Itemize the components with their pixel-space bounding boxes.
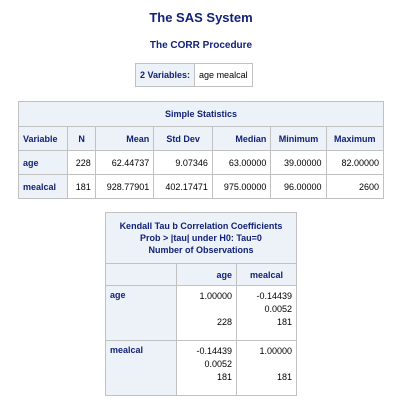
table-row: age 1.00000 228 -0.14439 0.0052 181 (105, 285, 298, 341)
row-label-mealcal: mealcal (105, 340, 177, 396)
variables-table: 2 Variables: age mealcal (134, 63, 253, 87)
simple-statistics-table: Simple Statistics Variable N Mean Std De… (17, 101, 385, 199)
p-value (289, 358, 292, 371)
coefficient: 1.00000 (259, 346, 292, 356)
column-header-n: N (67, 126, 96, 151)
cell-median: 975.00000 (211, 174, 272, 199)
simple-statistics-caption: Simple Statistics (18, 101, 384, 127)
cell-std-dev: 402.17471 (153, 174, 213, 199)
cell-mealcal-mealcal: 1.00000 181 (235, 340, 298, 396)
column-header-std-dev: Std Dev (153, 126, 213, 151)
kendall-caption-line-2: Prob > |tau| under H0: Tau=0 (140, 233, 262, 243)
cell-maximum: 2600 (325, 174, 385, 199)
table-row: age 228 62.44737 9.07346 63.00000 39.000… (17, 150, 385, 175)
coefficient: -0.14439 (256, 291, 292, 301)
procedure-title: The CORR Procedure (149, 40, 253, 51)
cell-std-dev: 9.07346 (153, 150, 213, 175)
column-header-maximum: Maximum (325, 126, 385, 151)
kendall-correlation-table: Kendall Tau b Correlation Coefficients P… (105, 212, 298, 396)
cell-maximum: 82.00000 (325, 150, 385, 175)
column-header-median: Median (211, 126, 272, 151)
kendall-caption: Kendall Tau b Correlation Coefficients P… (105, 212, 297, 264)
p-value: 0.0052 (264, 304, 292, 314)
observations: 181 (216, 372, 232, 382)
column-header-age: age (176, 263, 237, 286)
column-header-variable: Variable (17, 126, 69, 151)
coefficient: 1.00000 (199, 291, 232, 301)
row-label-age: age (105, 285, 177, 341)
cell-minimum: 39.00000 (270, 150, 327, 175)
column-header-mean: Mean (94, 126, 155, 151)
cell-minimum: 96.00000 (270, 174, 327, 199)
variables-value: age mealcal (194, 63, 253, 87)
cell-mean: 928.77901 (94, 174, 155, 199)
coefficient: -0.14439 (196, 346, 232, 356)
cell-n: 181 (67, 174, 96, 199)
cell-n: 228 (67, 150, 96, 175)
page-title: The SAS System (149, 10, 253, 25)
column-header-minimum: Minimum (270, 126, 327, 151)
p-value: 0.0052 (204, 359, 232, 369)
cell-median: 63.00000 (211, 150, 272, 175)
cell-age-age: 1.00000 228 (176, 285, 237, 341)
kendall-caption-line-1: Kendall Tau b Correlation Coefficients (119, 221, 283, 231)
table-row: mealcal -0.14439 0.0052 181 1.00000 181 (105, 340, 298, 396)
table-row: mealcal 181 928.77901 402.17471 975.0000… (17, 174, 385, 199)
cell-age-mealcal: -0.14439 0.0052 181 (235, 285, 298, 341)
row-label-age: age (17, 150, 69, 175)
cell-mealcal-age: -0.14439 0.0052 181 (176, 340, 237, 396)
variables-label: 2 Variables: (134, 63, 196, 87)
cell-mean: 62.44737 (94, 150, 155, 175)
kendall-caption-line-3: Number of Observations (148, 245, 254, 255)
column-header-mealcal: mealcal (235, 263, 298, 286)
observations: 228 (216, 317, 232, 327)
p-value (229, 303, 232, 316)
row-label-mealcal: mealcal (17, 174, 69, 199)
observations: 181 (276, 372, 292, 382)
observations: 181 (276, 317, 292, 327)
column-header-empty (105, 263, 177, 286)
